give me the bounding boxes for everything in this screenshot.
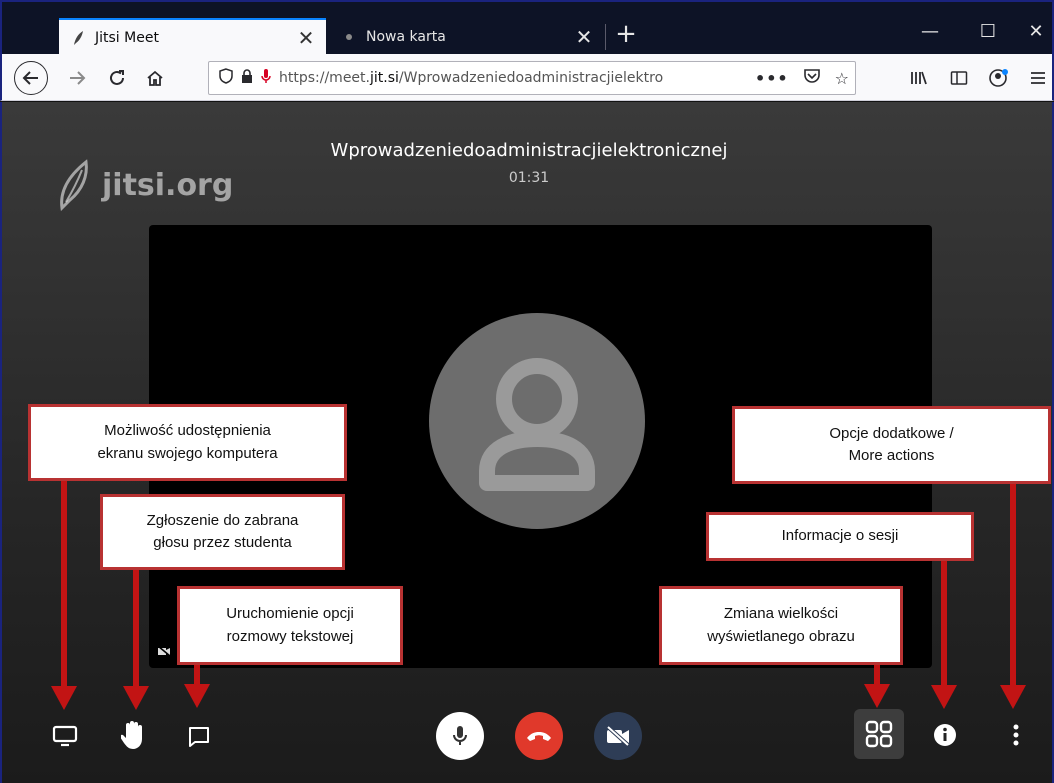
home-button[interactable] <box>138 61 172 95</box>
sidebar-icon <box>950 71 968 85</box>
jitsi-favicon-icon <box>74 31 83 45</box>
raise-hand-button[interactable] <box>118 718 150 752</box>
camera-off-small-icon <box>157 645 171 660</box>
callout-chat: Uruchomienie opcji rozmowy tekstowej <box>177 586 403 665</box>
reload-button[interactable] <box>100 61 134 95</box>
close-tab-icon[interactable]: ✕ <box>286 26 326 50</box>
callout-more-actions: Opcje dodatkowe / More actions <box>732 406 1051 484</box>
annotation-arrowhead <box>931 685 957 709</box>
minimize-button[interactable]: — <box>906 12 954 52</box>
url-actions: ••• ☆ <box>755 62 849 94</box>
more-actions-button[interactable] <box>1006 722 1026 748</box>
screen-share-button[interactable] <box>50 721 80 751</box>
microphone-permission-icon[interactable] <box>261 68 271 88</box>
library-button[interactable] <box>902 61 936 95</box>
maximize-button[interactable]: ☐ <box>964 12 1012 52</box>
more-vertical-icon <box>1013 724 1019 746</box>
close-tab-icon[interactable]: ✕ <box>564 25 604 49</box>
hangup-button[interactable] <box>515 712 563 760</box>
callout-text: Uruchomienie opcji rozmowy tekstowej <box>226 605 354 645</box>
annotation-arrow-tile-view <box>874 664 880 686</box>
annotation-arrow-more <box>1010 484 1016 686</box>
tile-view-button[interactable] <box>854 709 904 759</box>
bookmark-star-icon[interactable]: ☆ <box>835 69 849 88</box>
annotation-arrow-screen-share <box>61 477 67 687</box>
annotation-arrowhead <box>51 686 77 710</box>
tab-bar: Jitsi Meet ✕ Nowa karta ✕ + — ☐ ✕ <box>0 0 1054 56</box>
callout-info: Informacje o sesji <box>706 512 974 561</box>
tab-title: Nowa karta <box>366 29 446 45</box>
annotation-arrow-info <box>941 560 947 686</box>
annotation-arrowhead <box>123 686 149 710</box>
back-button[interactable] <box>14 61 48 95</box>
url-text: https://meet.jit.si/Wprowadzeniedoadmini… <box>279 70 664 86</box>
meeting-title: Wprowadzeniedoadministracjielektroniczne… <box>330 140 728 161</box>
page-actions-icon[interactable]: ••• <box>755 69 789 88</box>
info-button[interactable] <box>932 722 958 748</box>
camera-off-icon <box>606 725 630 747</box>
tab-title: Jitsi Meet <box>95 30 159 46</box>
forward-button[interactable] <box>60 61 94 95</box>
account-icon <box>989 69 1008 87</box>
meeting-timer: 01:31 <box>508 170 550 186</box>
tab-separator <box>605 24 606 50</box>
tab-jitsi-meet[interactable]: Jitsi Meet ✕ <box>59 18 326 56</box>
lock-icon[interactable] <box>241 69 253 87</box>
microphone-button[interactable] <box>436 712 484 760</box>
raise-hand-icon <box>121 721 142 749</box>
callout-text: Informacje o sesji <box>781 527 899 545</box>
callout-text: Zgłoszenie do zabrana głosu przez studen… <box>146 511 299 552</box>
back-arrow-icon <box>22 71 38 85</box>
user-icon <box>479 358 595 491</box>
hamburger-menu-icon <box>1031 72 1045 84</box>
hangup-phone-icon <box>527 732 551 741</box>
annotation-arrowhead <box>864 684 890 708</box>
address-bar[interactable]: https://meet.jit.si/Wprowadzeniedoadmini… <box>208 61 856 95</box>
tile-view-icon <box>865 720 893 748</box>
chat-icon <box>189 727 209 747</box>
menu-button[interactable] <box>1024 61 1052 95</box>
library-icon <box>911 71 927 85</box>
tab-dot-icon <box>346 34 352 40</box>
camera-button[interactable] <box>594 712 642 760</box>
callout-text: Zmiana wielkości wyświetlanego obrazu <box>707 605 855 645</box>
callout-raise-hand: Zgłoszenie do zabrana głosu przez studen… <box>100 494 345 570</box>
callout-tile-view: Zmiana wielkości wyświetlanego obrazu <box>659 586 903 665</box>
callout-text: Opcje dodatkowe / More actions <box>829 424 954 465</box>
screen-share-icon <box>52 725 78 747</box>
reload-icon <box>110 70 124 85</box>
pocket-icon[interactable] <box>803 68 821 88</box>
annotation-arrowhead <box>184 684 210 708</box>
microphone-icon <box>453 726 467 745</box>
info-icon <box>934 724 956 746</box>
callout-screen-share: Możliwość udostępnienia ekranu swojego k… <box>28 404 347 481</box>
home-icon <box>147 70 163 86</box>
callout-text: Możliwość udostępnienia ekranu swojego k… <box>97 422 278 462</box>
avatar <box>429 313 645 529</box>
account-button[interactable] <box>982 61 1016 95</box>
forward-arrow-icon <box>70 71 86 85</box>
chat-button[interactable] <box>184 722 214 752</box>
tab-new-tab[interactable]: Nowa karta ✕ <box>332 18 604 56</box>
new-tab-button[interactable]: + <box>610 14 642 54</box>
annotation-arrowhead <box>1000 685 1026 709</box>
close-window-button[interactable]: ✕ <box>1012 12 1054 52</box>
navigation-bar: https://meet.jit.si/Wprowadzeniedoadmini… <box>0 54 1054 101</box>
shield-icon[interactable] <box>219 68 233 88</box>
annotation-arrow-raise-hand <box>133 570 139 687</box>
sidebar-button[interactable] <box>942 61 976 95</box>
